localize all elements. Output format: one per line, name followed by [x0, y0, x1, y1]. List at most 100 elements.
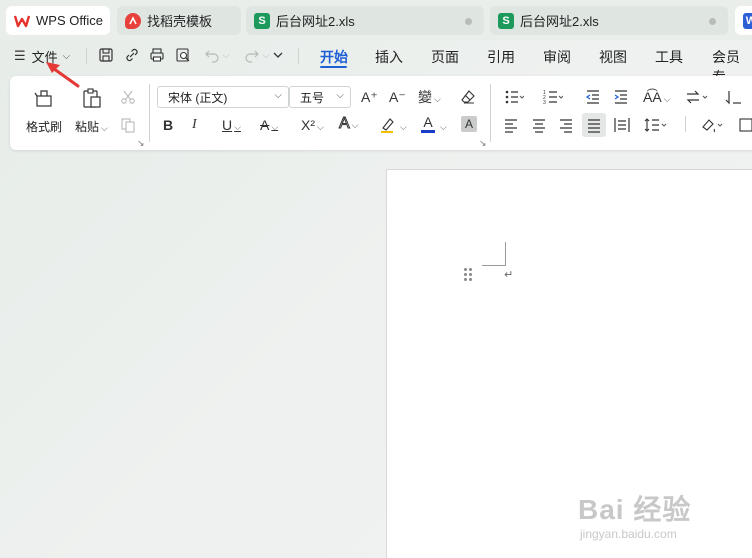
highlight-icon[interactable]	[378, 116, 398, 134]
divider	[86, 48, 87, 64]
char-shading-glyph: A	[464, 117, 473, 131]
tab-bar: WPS Office 找稻壳模板 S 后台网址2.xls S 后台网址2.xls…	[0, 0, 752, 40]
change-case-icon[interactable]: A͡A ⌵	[643, 88, 671, 108]
font-name-value: 宋体 (正文)	[168, 90, 228, 105]
distribute-icon[interactable]	[613, 116, 631, 134]
format-painter-label[interactable]: 格式刷	[26, 118, 62, 135]
spreadsheet-icon: S	[498, 12, 514, 29]
pinyin-glyph: 變	[418, 89, 432, 105]
font-color-swatch	[421, 130, 435, 133]
page-margin-corner	[505, 242, 506, 266]
justify-icon[interactable]	[582, 113, 606, 137]
tab-home[interactable]: 开始	[320, 47, 348, 67]
chevron-down-icon: ⌵	[351, 120, 359, 130]
tab-label: 找稻壳模板	[147, 14, 213, 29]
tab-tools[interactable]: 工具	[655, 47, 683, 67]
paste-label[interactable]: 粘贴 ⌵	[75, 118, 108, 135]
tab-insert[interactable]: 插入	[375, 47, 403, 67]
paragraph-shading-icon[interactable]	[699, 116, 725, 134]
more-chevron-icon[interactable]	[269, 46, 287, 64]
hamburger-icon: ☰	[14, 48, 26, 63]
font-color-icon[interactable]: A	[420, 114, 436, 134]
wps-logo-icon	[14, 13, 30, 29]
align-right-icon[interactable]	[557, 116, 575, 134]
copy-icon[interactable]	[119, 116, 137, 134]
divider	[298, 48, 299, 64]
paragraph-mark-icon: ↵	[504, 269, 514, 281]
dialog-launcher-icon[interactable]: ↘	[479, 134, 487, 152]
annotation-arrow-icon	[46, 62, 80, 88]
svg-text:3: 3	[543, 100, 546, 105]
text-effect-button[interactable]: A ⌵	[339, 115, 359, 134]
document-icon: W	[743, 12, 752, 29]
grow-font-icon[interactable]: A⁺	[361, 88, 378, 106]
tab-docer-templates[interactable]: 找稻壳模板	[117, 6, 241, 35]
decrease-indent-icon[interactable]	[584, 88, 602, 106]
tab-page[interactable]: 页面	[431, 47, 459, 67]
border-icon[interactable]	[738, 116, 752, 134]
link-icon[interactable]	[123, 46, 141, 64]
chevron-down-icon: ⌵	[274, 90, 282, 101]
chevron-down-icon: ⌵	[101, 123, 108, 133]
shrink-font-icon[interactable]: A⁻	[389, 88, 406, 106]
watermark-url: jingyan.baidu.com	[580, 527, 677, 541]
active-tab-indicator	[320, 66, 347, 68]
tab-spreadsheet-1[interactable]: S 后台网址2.xls	[246, 6, 484, 35]
divider	[490, 84, 491, 142]
divider	[685, 116, 686, 132]
align-left-icon[interactable]	[502, 116, 520, 134]
tab-label: 后台网址2.xls	[276, 14, 355, 29]
sort-icon[interactable]	[724, 88, 744, 106]
char-shading-icon[interactable]: A	[461, 116, 477, 132]
font-size-select[interactable]: 五号 ⌵	[289, 86, 351, 108]
dialog-launcher-icon[interactable]: ↘	[137, 134, 145, 152]
clear-format-icon[interactable]	[459, 88, 477, 106]
page-margin-corner	[482, 265, 506, 266]
tab-reference[interactable]: 引用	[487, 47, 515, 67]
tab-view[interactable]: 视图	[599, 47, 627, 67]
underline-glyph: U	[222, 117, 233, 133]
font-name-select[interactable]: 宋体 (正文) ⌵	[157, 86, 289, 108]
chevron-down-icon: ⌵	[234, 122, 241, 132]
superscript-glyph: X²	[301, 117, 315, 133]
divider	[149, 84, 150, 142]
chevron-down-icon: ⌵	[271, 122, 279, 132]
bullet-list-icon[interactable]	[503, 88, 525, 106]
text-direction-icon[interactable]	[684, 88, 710, 106]
tab-wps-office[interactable]: WPS Office	[6, 6, 110, 35]
undo-icon[interactable]	[203, 46, 221, 64]
align-center-icon[interactable]	[530, 116, 548, 134]
tab-review[interactable]: 审阅	[543, 47, 571, 67]
underline-button[interactable]: U ⌵	[222, 116, 241, 136]
document-page[interactable]	[386, 169, 752, 558]
docer-icon	[125, 12, 141, 29]
font-size-value: 五号	[300, 90, 325, 105]
chevron-down-icon[interactable]: ⌵	[438, 116, 447, 136]
increase-indent-icon[interactable]	[612, 88, 630, 106]
bold-button[interactable]: B	[163, 116, 173, 134]
chevron-down-icon[interactable]: ⌵	[398, 116, 407, 136]
tab-label: WPS Office	[36, 13, 103, 28]
superscript-button[interactable]: X² ⌵	[301, 116, 324, 136]
tab-document[interactable]: W	[735, 6, 752, 35]
redo-icon[interactable]	[243, 46, 261, 64]
tab-spreadsheet-2[interactable]: S 后台网址2.xls	[490, 6, 728, 35]
line-spacing-icon[interactable]	[643, 116, 669, 134]
italic-button[interactable]: I	[192, 116, 197, 134]
pinyin-guide-icon[interactable]: 變 ⌵	[418, 88, 441, 108]
chevron-down-icon: ⌵	[336, 90, 344, 101]
chevron-down-icon: ⌵	[663, 94, 671, 104]
close-dot-icon[interactable]	[709, 18, 716, 25]
save-icon[interactable]	[97, 46, 115, 64]
close-dot-icon[interactable]	[465, 18, 472, 25]
print-preview-icon[interactable]	[174, 46, 192, 64]
numbered-list-icon[interactable]: 123	[542, 88, 564, 106]
chevron-down-icon[interactable]: ⌵	[221, 46, 231, 64]
print-icon[interactable]	[148, 46, 166, 64]
cut-icon[interactable]	[119, 88, 137, 106]
chevron-down-icon: ⌵	[317, 122, 324, 132]
drag-handle-icon[interactable]	[464, 268, 474, 282]
strikethrough-button[interactable]: A ⌵	[260, 116, 278, 136]
chevron-down-icon: ⌵	[434, 94, 441, 104]
font-color-glyph: A	[423, 114, 433, 130]
